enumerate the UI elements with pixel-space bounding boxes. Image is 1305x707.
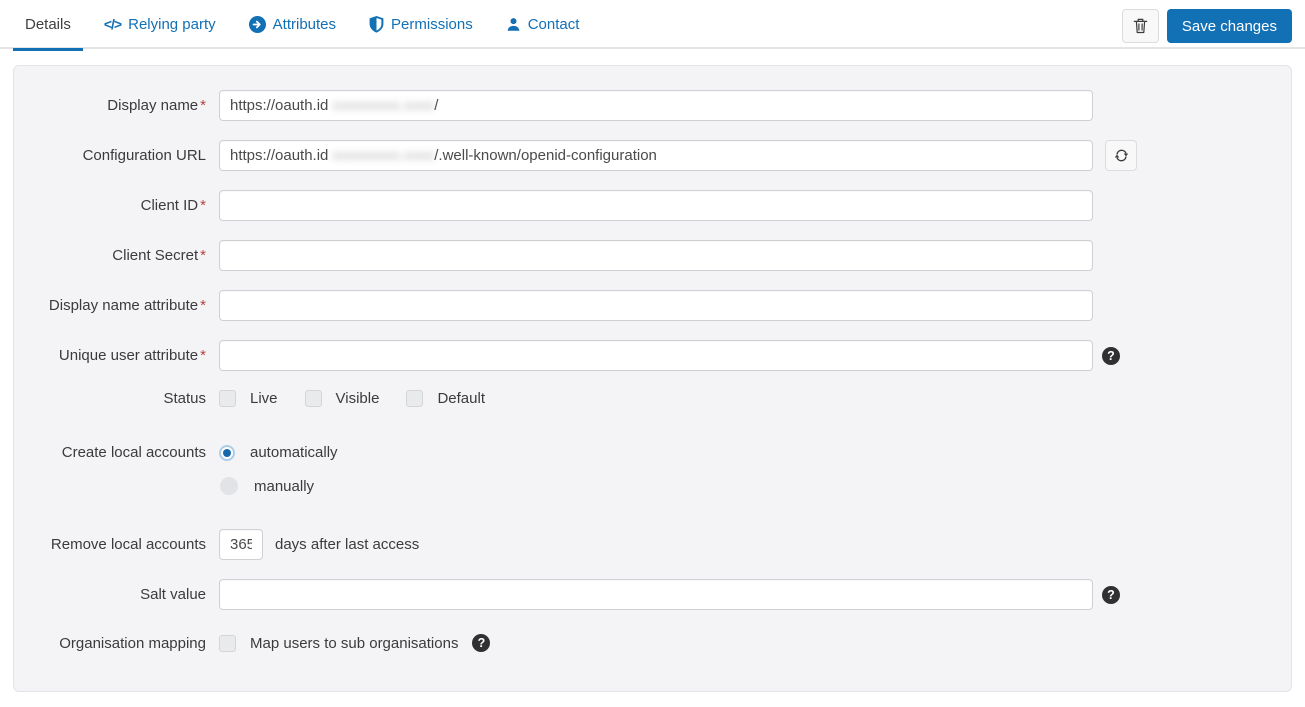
user-icon [506, 17, 521, 32]
help-icon[interactable]: ? [472, 634, 490, 652]
status-default-option: Default [406, 390, 485, 407]
tab-relying-party-label: Relying party [128, 16, 216, 33]
organisation-mapping-option: Map users to sub organisations ? [219, 634, 490, 652]
tab-contact-label: Contact [528, 16, 580, 33]
required-marker: * [200, 247, 206, 264]
required-marker: * [200, 197, 206, 214]
salt-value-label: Salt value [30, 586, 206, 603]
visible-checkbox-label: Visible [336, 390, 380, 407]
live-checkbox[interactable] [219, 390, 236, 407]
required-marker: * [200, 347, 206, 364]
refresh-icon [1114, 148, 1129, 163]
help-icon[interactable]: ? [1102, 347, 1120, 365]
organisation-mapping-label: Organisation mapping [30, 635, 206, 652]
default-checkbox-label: Default [437, 390, 485, 407]
tab-details-label: Details [25, 16, 71, 33]
tab-relying-party[interactable]: </> Relying party [92, 0, 228, 51]
automatically-option: automatically [219, 444, 338, 461]
details-form-panel: Display name* https://oauth.id xxxxxxxxx… [13, 65, 1292, 692]
tab-attributes-label: Attributes [273, 16, 336, 33]
display-name-attribute-label: Display name attribute* [30, 297, 206, 314]
default-checkbox[interactable] [406, 390, 423, 407]
configuration-url-row: Configuration URL https://oauth.id xxxxx… [30, 140, 1275, 171]
manually-option: manually [219, 476, 314, 496]
visible-checkbox[interactable] [305, 390, 322, 407]
redacted-text: xxxxxxxxx.xxxx [333, 97, 435, 114]
tab-bar: Details </> Relying party Attributes Per… [0, 0, 1305, 49]
refresh-configuration-button[interactable] [1105, 140, 1137, 171]
display-name-attribute-input[interactable] [219, 290, 1093, 321]
unique-user-attribute-row: Unique user attribute* ? [30, 340, 1275, 371]
automatically-radio-label: automatically [250, 444, 338, 461]
redacted-text: xxxxxxxxx.xxxx [333, 147, 435, 164]
client-id-label: Client ID* [30, 197, 206, 214]
display-name-label: Display name* [30, 97, 206, 114]
client-id-input[interactable] [219, 190, 1093, 221]
help-icon[interactable]: ? [1102, 586, 1120, 604]
status-visible-option: Visible [305, 390, 380, 407]
arrow-circle-right-icon [249, 16, 266, 33]
status-live-option: Live [219, 390, 278, 407]
code-icon: </> [104, 16, 121, 32]
client-id-row: Client ID* [30, 190, 1275, 221]
organisation-mapping-row: Organisation mapping Map users to sub or… [30, 634, 1275, 652]
remove-local-accounts-label: Remove local accounts [30, 536, 206, 553]
manually-radio[interactable] [220, 477, 238, 495]
client-secret-input[interactable] [219, 240, 1093, 271]
create-local-accounts-row: Create local accounts automatically [30, 444, 1275, 461]
display-name-row: Display name* https://oauth.id xxxxxxxxx… [30, 90, 1275, 121]
delete-button[interactable] [1122, 9, 1159, 43]
tab-permissions[interactable]: Permissions [357, 0, 485, 51]
create-local-accounts-label: Create local accounts [30, 444, 206, 461]
configuration-url-input[interactable]: https://oauth.id xxxxxxxxx.xxxx/.well-kn… [219, 140, 1093, 171]
tab-contact[interactable]: Contact [494, 0, 592, 51]
client-secret-row: Client Secret* [30, 240, 1275, 271]
unique-user-attribute-input[interactable] [219, 340, 1093, 371]
save-changes-button[interactable]: Save changes [1167, 9, 1292, 43]
automatically-radio[interactable] [221, 447, 233, 459]
configuration-url-label: Configuration URL [30, 147, 206, 164]
create-local-accounts-row-2: manually [30, 476, 1275, 496]
header-actions: Save changes [1122, 0, 1292, 43]
unique-user-attribute-label: Unique user attribute* [30, 347, 206, 364]
client-secret-label: Client Secret* [30, 247, 206, 264]
trash-icon [1133, 18, 1148, 34]
salt-value-input[interactable] [219, 579, 1093, 610]
tab-list: Details </> Relying party Attributes Per… [13, 0, 600, 49]
tab-permissions-label: Permissions [391, 16, 473, 33]
required-marker: * [200, 297, 206, 314]
shield-icon [369, 16, 384, 33]
map-users-checkbox-label: Map users to sub organisations [250, 635, 458, 652]
remove-local-accounts-suffix: days after last access [275, 536, 419, 553]
status-label: Status [30, 390, 206, 407]
display-name-attribute-row: Display name attribute* [30, 290, 1275, 321]
remove-local-accounts-days-input[interactable] [219, 529, 263, 560]
status-row: Status Live Visible Default [30, 390, 1275, 407]
live-checkbox-label: Live [250, 390, 278, 407]
map-users-checkbox[interactable] [219, 635, 236, 652]
remove-local-accounts-row: Remove local accounts days after last ac… [30, 529, 1275, 560]
tab-details[interactable]: Details [13, 0, 83, 51]
required-marker: * [200, 97, 206, 114]
tab-attributes[interactable]: Attributes [237, 0, 348, 51]
manually-radio-label: manually [254, 478, 314, 495]
salt-value-row: Salt value ? [30, 579, 1275, 610]
display-name-input[interactable]: https://oauth.id xxxxxxxxx.xxxx/ [219, 90, 1093, 121]
